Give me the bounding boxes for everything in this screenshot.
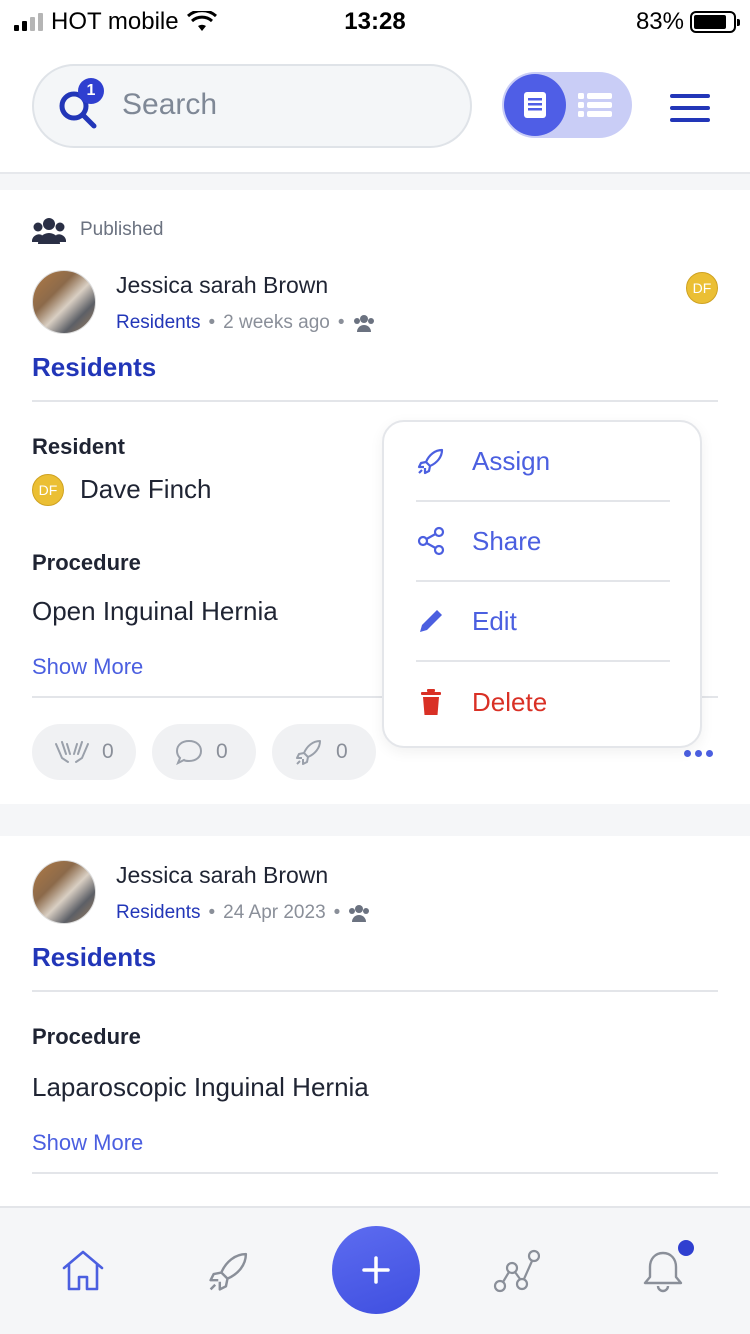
author-name[interactable]: Jessica sarah Brown	[116, 272, 328, 299]
assign-label: Assign	[472, 445, 551, 476]
battery-percent: 83%	[635, 8, 684, 35]
comment-count: 0	[216, 740, 228, 763]
more-options-icon[interactable]	[684, 750, 713, 757]
resident-initials-badge: DF	[32, 474, 64, 506]
assign-menu-item[interactable]: Assign	[416, 422, 670, 502]
hamburger-menu-icon[interactable]	[670, 94, 710, 130]
procedure-label: Procedure	[32, 1024, 141, 1049]
status-right: 83%	[635, 8, 740, 36]
trash-icon	[421, 689, 441, 715]
top-header: 1 Search	[0, 40, 750, 174]
procedure-value: Laparoscopic Inguinal Hernia	[32, 1072, 369, 1102]
list-view-button[interactable]	[564, 74, 626, 136]
procedure-value: Open Inguinal Hernia	[32, 596, 278, 626]
audience-icon	[353, 315, 374, 332]
post-time: 24 Apr 2023	[223, 902, 326, 923]
meta-separator: •	[208, 312, 216, 333]
nav-home[interactable]	[60, 1248, 106, 1297]
hands-icon	[55, 741, 89, 763]
user-initials-badge: DF	[686, 272, 718, 304]
card-view-button[interactable]	[504, 74, 566, 136]
comment-icon	[175, 739, 203, 766]
nav-assignments[interactable]	[206, 1248, 252, 1299]
avatar[interactable]	[32, 270, 96, 334]
rocket-icon	[296, 740, 321, 765]
post-card: Jessica sarah Brown Residents • 24 Apr 2…	[0, 836, 750, 1216]
divider	[32, 990, 718, 992]
avatar[interactable]	[32, 860, 96, 924]
rocket-icon	[209, 1252, 248, 1291]
divider	[32, 400, 718, 402]
battery-icon	[690, 11, 740, 33]
nav-analytics[interactable]	[492, 1248, 541, 1301]
post-meta: Residents • 2 weeks ago •	[116, 312, 375, 334]
publish-status-label: Published	[80, 219, 164, 240]
rocket-icon	[417, 448, 444, 475]
meta-separator: •	[208, 902, 216, 923]
author-name[interactable]: Jessica sarah Brown	[116, 862, 328, 889]
group-icon	[32, 218, 66, 244]
show-more-link[interactable]: Show More	[32, 654, 143, 680]
meta-separator: •	[337, 312, 345, 333]
share-icon	[417, 526, 445, 556]
share-menu-item[interactable]: Share	[416, 502, 670, 582]
home-icon	[62, 1250, 104, 1291]
divider	[32, 1172, 718, 1174]
search-count-badge: 1	[78, 78, 104, 104]
comment-button[interactable]: 0	[152, 724, 256, 780]
show-more-link[interactable]: Show More	[32, 1130, 143, 1156]
graph-nodes-icon	[493, 1249, 541, 1293]
post-time: 2 weeks ago	[223, 312, 330, 333]
status-bar: HOT mobile 13:28 83%	[0, 0, 750, 40]
assign-count-button[interactable]: 0	[272, 724, 376, 780]
post-title[interactable]: Residents	[32, 942, 156, 973]
hands-count: 0	[102, 740, 114, 763]
resident-label: Resident	[32, 434, 125, 459]
pencil-icon	[420, 610, 442, 632]
group-link[interactable]: Residents	[116, 902, 201, 924]
plus-icon	[362, 1256, 390, 1284]
post-title[interactable]: Residents	[32, 352, 156, 383]
post-meta: Residents • 24 Apr 2023 •	[116, 902, 370, 924]
bottom-navigation	[0, 1206, 750, 1334]
post-context-menu: Assign Share Edit Delete	[382, 420, 702, 748]
delete-menu-item[interactable]: Delete	[416, 662, 670, 742]
edit-label: Edit	[472, 605, 517, 636]
document-icon	[524, 92, 546, 118]
bell-icon	[643, 1251, 683, 1293]
hands-button[interactable]: 0	[32, 724, 136, 780]
notification-dot	[678, 1240, 694, 1256]
assign-count: 0	[336, 740, 348, 763]
search-bar[interactable]: 1 Search	[32, 64, 472, 148]
share-label: Share	[472, 525, 542, 556]
add-post-button[interactable]	[332, 1226, 420, 1314]
group-link[interactable]: Residents	[116, 312, 201, 334]
search-input[interactable]: Search	[122, 88, 217, 122]
procedure-label: Procedure	[32, 550, 141, 575]
delete-label: Delete	[472, 686, 548, 717]
meta-separator: •	[333, 902, 341, 923]
nav-notifications[interactable]	[640, 1248, 686, 1301]
publish-status: Published	[32, 216, 163, 244]
audience-icon	[349, 905, 370, 922]
list-icon	[578, 93, 612, 117]
resident-name: Dave Finch	[80, 474, 212, 504]
edit-menu-item[interactable]: Edit	[416, 582, 670, 662]
view-toggle[interactable]	[502, 72, 632, 138]
